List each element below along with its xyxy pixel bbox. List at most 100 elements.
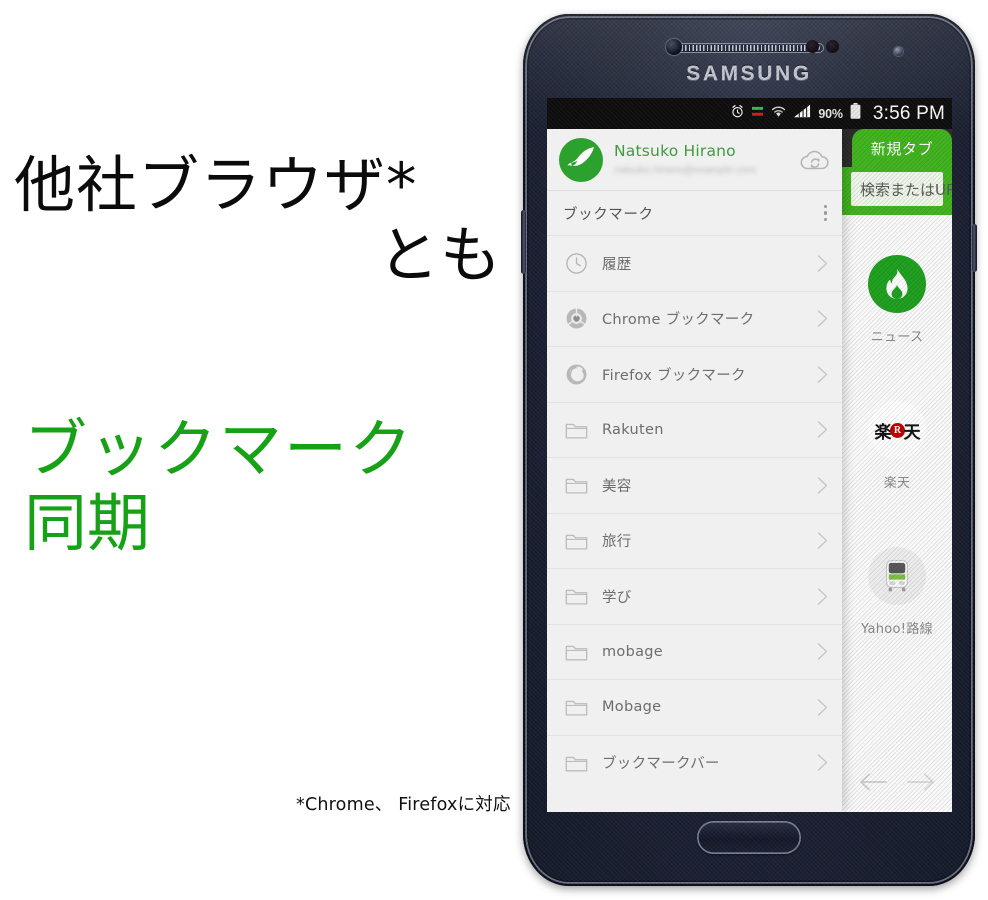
chevron-right-icon: [817, 532, 828, 549]
headline-green: ブックマーク 同期: [24, 413, 534, 560]
speed-dial-item-yahoo-route[interactable]: Yahoo!路線: [842, 519, 952, 665]
battery-icon: [850, 103, 861, 124]
rakuten-logo-icon: 楽 R 天: [868, 401, 926, 459]
bookmarks-drawer: Natsuko Hirano natsuko.hirano@example.co…: [547, 129, 842, 812]
list-item-label: Mobage: [602, 699, 662, 716]
footnote: *Chrome、 Firefoxに対応: [296, 795, 511, 815]
headline-black-line1: 他社ブラウザ*: [14, 150, 418, 221]
volume-button[interactable]: [521, 210, 526, 274]
earpiece-speaker: [674, 43, 824, 53]
sync-arrows-icon: [752, 105, 764, 123]
headline-black: 他社ブラウザ* とも: [14, 150, 524, 292]
chrome-icon: [563, 306, 589, 332]
folder-icon: [563, 639, 589, 665]
profile-name: Natsuko Hirano: [614, 142, 736, 160]
status-time: 3:56 PM: [872, 102, 945, 124]
browser-nav-bar: [842, 756, 952, 812]
kebab-menu-icon[interactable]: [823, 204, 828, 222]
phone-screen: 90% 3:56 PM 新規タブ 検索またはUR ニュース 楽 R 天 楽天 Y…: [547, 98, 952, 812]
cloud-sync-icon[interactable]: [798, 147, 832, 173]
list-item-label: Firefox ブックマーク: [602, 367, 746, 384]
train-icon: [868, 547, 926, 605]
url-input[interactable]: 検索またはURL: [851, 172, 952, 206]
signal-bars-icon: [794, 104, 811, 123]
speed-dial-label-yahoo-route: Yahoo!路線: [861, 622, 933, 637]
url-bar-container: 検索またはURL: [842, 167, 952, 215]
wifi-icon: [770, 104, 787, 123]
speed-dial-item-news[interactable]: ニュース: [842, 227, 952, 373]
bookmarks-section-header: ブックマーク: [547, 191, 842, 235]
tab-strip: 新規タブ: [842, 129, 952, 167]
notification-led: [893, 46, 904, 57]
list-item-bookmarks-bar[interactable]: ブックマークバー: [547, 734, 842, 790]
folder-icon: [563, 750, 589, 776]
chevron-right-icon: [817, 477, 828, 494]
folder-icon: [563, 694, 589, 720]
rakuten-logo-mid: R: [889, 422, 905, 438]
proximity-sensor: [806, 40, 819, 53]
folder-icon: [563, 417, 589, 443]
tab-new-tab[interactable]: 新規タブ: [852, 129, 952, 167]
folder-icon: [563, 583, 589, 609]
list-item-chrome-bookmarks[interactable]: Chrome ブックマーク: [547, 290, 842, 346]
rakuten-logo-right: 天: [903, 422, 921, 443]
list-item-label: 旅行: [602, 534, 632, 551]
list-item-label: mobage: [602, 643, 664, 660]
phone-mockup: SAMSUNG 90% 3:56 PM 新規タブ 検索またはUR ニュース 楽 …: [521, 14, 977, 886]
firefox-icon: [563, 361, 589, 387]
speed-dial-label-news: ニュース: [870, 330, 924, 345]
list-item-beauty[interactable]: 美容: [547, 457, 842, 513]
chevron-right-icon: [817, 255, 828, 272]
bookmarks-list[interactable]: 履歴 Chrome ブックマーク Firefox ブックマーク Rakuten …: [547, 235, 842, 812]
list-item-travel[interactable]: 旅行: [547, 512, 842, 568]
chevron-right-icon: [817, 310, 828, 327]
arrow-left-icon[interactable]: [858, 771, 888, 798]
speed-dial-item-rakuten[interactable]: 楽 R 天 楽天: [842, 373, 952, 519]
list-item-rakuten[interactable]: Rakuten: [547, 401, 842, 457]
chevron-right-icon: [817, 366, 828, 383]
device-brand: SAMSUNG: [686, 62, 812, 85]
home-button[interactable]: [697, 821, 801, 854]
front-camera: [666, 39, 682, 55]
list-item-label: Rakuten: [602, 421, 664, 438]
list-item-label: ブックマークバー: [602, 756, 720, 773]
promo-panel: 他社ブラウザ* とも ブックマーク 同期 *Chrome、 Firefoxに対応: [0, 0, 540, 900]
dolphin-avatar-icon: [559, 137, 603, 182]
list-item-label: 学び: [602, 589, 632, 606]
url-placeholder: 検索またはURL: [860, 180, 952, 199]
phone-body: SAMSUNG 90% 3:56 PM 新規タブ 検索またはUR ニュース 楽 …: [523, 14, 975, 886]
list-item-firefox-bookmarks[interactable]: Firefox ブックマーク: [547, 346, 842, 402]
speed-dial-grid: ニュース 楽 R 天 楽天 Yahoo!路線: [842, 215, 952, 756]
arrow-right-icon[interactable]: [906, 771, 936, 798]
folder-icon: [563, 528, 589, 554]
list-item-mobage-lower[interactable]: mobage: [547, 623, 842, 679]
alarm-clock-icon: [730, 104, 745, 124]
tab-new-tab-label: 新規タブ: [870, 139, 934, 158]
speed-dial-label-rakuten: 楽天: [883, 476, 911, 491]
list-item-label: 履歴: [602, 256, 632, 273]
list-item-history[interactable]: 履歴: [547, 235, 842, 291]
chevron-right-icon: [817, 699, 828, 716]
battery-percent: 90%: [818, 106, 843, 121]
list-item-learning[interactable]: 学び: [547, 568, 842, 624]
rakuten-logo-left: 楽: [874, 422, 892, 443]
chevron-right-icon: [817, 588, 828, 605]
power-button[interactable]: [972, 224, 977, 272]
list-item-mobage-upper[interactable]: Mobage: [547, 679, 842, 735]
app-content: 新規タブ 検索またはURL: [547, 129, 952, 812]
new-tab-page: 新規タブ 検索またはURL: [842, 129, 952, 812]
flame-icon: [868, 255, 926, 313]
headline-green-line1: ブックマーク: [24, 413, 414, 486]
profile-header[interactable]: Natsuko Hirano natsuko.hirano@example.co…: [547, 129, 842, 191]
clock-icon: [563, 250, 589, 276]
bookmarks-title: ブックマーク: [563, 206, 654, 223]
chevron-right-icon: [817, 754, 828, 771]
list-item-label: 美容: [602, 478, 632, 495]
list-item-label: Chrome ブックマーク: [602, 312, 755, 329]
chevron-right-icon: [817, 643, 828, 660]
folder-icon: [563, 472, 589, 498]
headline-black-line2: とも: [377, 220, 502, 292]
headline-green-line2: 同期: [24, 486, 150, 560]
chevron-right-icon: [817, 421, 828, 438]
status-bar: 90% 3:56 PM: [547, 98, 952, 129]
